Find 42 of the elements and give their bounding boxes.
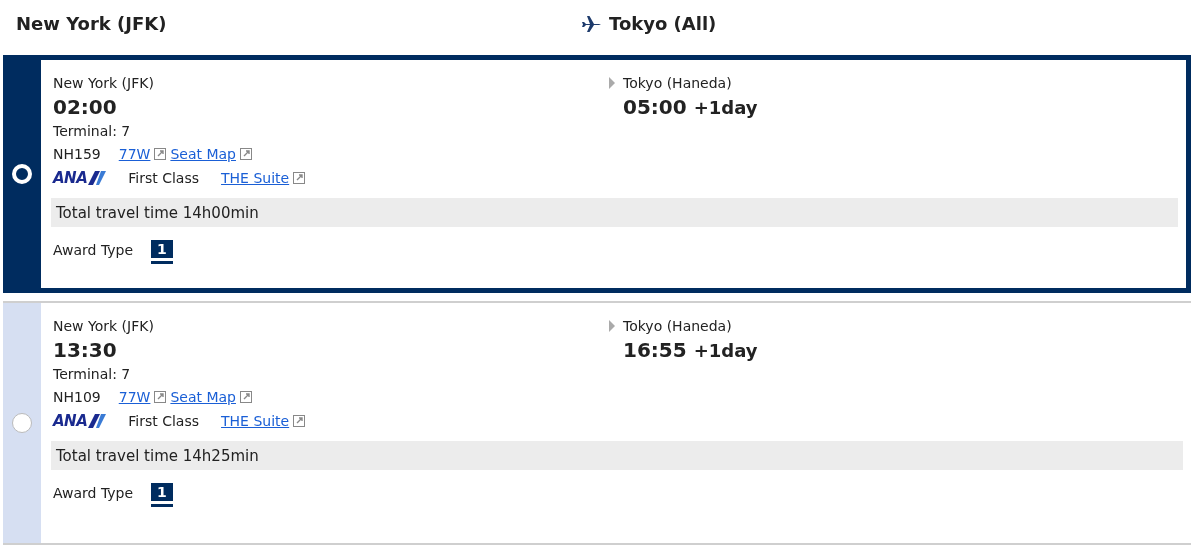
departure-airport: New York (JFK) xyxy=(53,317,155,336)
external-link-icon xyxy=(293,415,306,427)
external-link-icon xyxy=(154,391,167,403)
award-type-label: Award Type xyxy=(53,484,134,503)
total-travel-time: Total travel time 14h00min xyxy=(51,198,1178,227)
external-link-icon xyxy=(293,172,306,184)
flight-number: NH109 xyxy=(53,388,101,407)
total-travel-time: Total travel time 14h25min xyxy=(51,441,1183,470)
destination-city: Tokyo (All) xyxy=(609,13,717,34)
departure-airport: New York (JFK) xyxy=(53,74,155,93)
cabin-class: First Class xyxy=(128,169,200,188)
arrival-time: 16:55 +1day xyxy=(623,338,758,362)
external-link-icon xyxy=(240,148,252,160)
airline-logo: ANA xyxy=(53,409,107,433)
terminal: Terminal: 7 xyxy=(53,365,132,384)
flight-number: NH159 xyxy=(53,145,101,164)
radio-button[interactable] xyxy=(12,413,32,433)
award-type-badge: 1 xyxy=(151,482,173,504)
external-link-icon xyxy=(240,391,252,403)
terminal: Terminal: 7 xyxy=(53,122,132,141)
flight-card[interactable]: New York (JFK) 13:30 Terminal: 7 NH109 77W Seat Map ANA First Class THE Suite Tokyo (Haneda) 16:55 +1day Total travel time 14h25min Award Type 1 xyxy=(3,301,1191,545)
award-type-label: Award Type xyxy=(53,241,134,260)
arrival-time: 05:00 +1day xyxy=(623,95,758,119)
arrival-airport: Tokyo (Haneda) xyxy=(623,74,732,93)
seat-product-link[interactable]: THE Suite xyxy=(221,409,290,433)
arrival-airport: Tokyo (Haneda) xyxy=(623,317,732,336)
triangle-icon xyxy=(609,77,615,89)
airline-logo: ANA xyxy=(53,166,107,190)
departure-time: 13:30 xyxy=(53,337,118,363)
origin-city: New York (JFK) xyxy=(16,13,167,34)
external-link-icon xyxy=(154,148,167,160)
flight-card[interactable]: New York (JFK) 02:00 Terminal: 7 NH159 77W Seat Map ANA First Class THE Suite Tokyo (Haneda) 05:00 +1day Total travel time 14h00min Award Type 1 xyxy=(3,55,1191,293)
seat-map-link[interactable]: Seat Map xyxy=(170,385,236,409)
triangle-icon xyxy=(609,320,615,332)
seat-map-link[interactable]: Seat Map xyxy=(170,142,236,166)
cabin-class: First Class xyxy=(128,412,200,431)
aircraft-link[interactable]: 77W xyxy=(118,385,151,409)
seat-product-link[interactable]: THE Suite xyxy=(221,166,290,190)
award-type-badge: 1 xyxy=(151,239,173,261)
aircraft-link[interactable]: 77W xyxy=(118,142,151,166)
departure-time: 02:00 xyxy=(53,94,118,120)
airplane-icon xyxy=(581,14,601,33)
